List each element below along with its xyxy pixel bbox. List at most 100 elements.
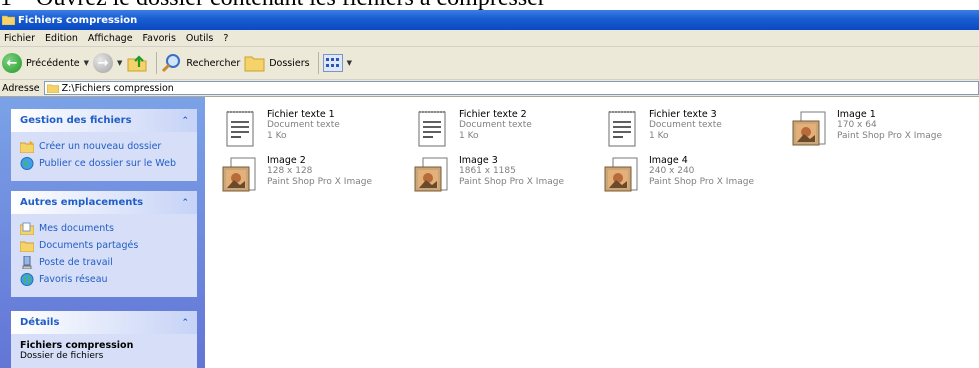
place-my-documents[interactable]: Mes documents (20, 220, 189, 237)
collapse-chevron-icon[interactable]: ⌃ (181, 318, 189, 328)
computer-icon (22, 256, 32, 269)
place-network[interactable]: Favoris réseau (20, 271, 189, 288)
place-shared-documents[interactable]: Documents partagés (20, 237, 189, 254)
file-name: Image 2 (267, 155, 306, 166)
details-panel: Détails ⌃ Fichiers compression Dossier d… (11, 311, 197, 368)
file-name: Fichier texte 1 (267, 109, 335, 120)
chevron-down-icon[interactable]: ▼ (84, 59, 89, 67)
file-type: Document texte (649, 120, 722, 130)
place-label: Poste de travail (39, 257, 113, 268)
file-item[interactable]: Image 2 128 x 128 Paint Shop Pro X Image (219, 155, 404, 197)
file-type: Paint Shop Pro X Image (649, 177, 754, 187)
file-item[interactable]: Fichier texte 2 Document texte 1 Ko (411, 109, 596, 151)
file-item[interactable]: Image 3 1861 x 1185 Paint Shop Pro X Ima… (411, 155, 596, 197)
back-arrow-icon: ← (2, 53, 22, 73)
forward-button[interactable]: → ▼ (93, 50, 122, 76)
place-label: Mes documents (39, 223, 114, 234)
new-folder-icon (20, 140, 34, 153)
folder-icon (46, 84, 59, 93)
menu-edition[interactable]: Edition (45, 33, 78, 44)
menu-help[interactable]: ? (223, 33, 228, 44)
file-type: Paint Shop Pro X Image (267, 177, 372, 187)
search-label: Rechercher (186, 57, 241, 69)
panel-title: Détails (20, 317, 60, 328)
file-name: Fichier texte 2 (459, 109, 527, 120)
file-name: Image 4 (649, 155, 688, 166)
up-folder-icon (127, 55, 147, 72)
window-title: Fichiers compression (18, 14, 138, 26)
chevron-down-icon[interactable]: ▼ (117, 59, 122, 67)
folders-button[interactable]: Dossiers (244, 50, 310, 76)
file-item[interactable]: Image 4 240 x 240 Paint Shop Pro X Image (601, 155, 786, 197)
file-size: 1 Ko (649, 131, 669, 141)
search-icon (162, 54, 181, 73)
image-file-icon (792, 111, 826, 146)
up-folder-button[interactable] (126, 50, 148, 76)
window-titlebar[interactable]: Fichiers compression (0, 10, 979, 30)
back-label: Précédente (26, 57, 80, 69)
my-documents-icon (20, 222, 34, 235)
file-tasks-panel: Gestion des fichiers ⌃ Créer un nouveau … (11, 109, 197, 181)
back-button[interactable]: ← Précédente ▼ (2, 50, 89, 76)
shared-folder-icon (20, 241, 34, 252)
file-type: Paint Shop Pro X Image (459, 177, 564, 187)
task-label: Créer un nouveau dossier (39, 141, 162, 152)
folders-icon (244, 56, 265, 72)
folder-icon (2, 15, 15, 25)
menu-bar: Fichier Edition Affichage Favoris Outils… (0, 30, 979, 47)
collapse-chevron-icon[interactable]: ⌃ (181, 116, 189, 126)
file-type: Document texte (267, 120, 340, 130)
globe-icon (20, 157, 34, 170)
file-name: Fichier texte 3 (649, 109, 717, 120)
file-name: Image 3 (459, 155, 498, 166)
file-name: Image 1 (837, 109, 876, 120)
panel-title: Autres emplacements (20, 197, 144, 208)
chevron-down-icon[interactable]: ▼ (347, 59, 352, 67)
address-label: Adresse (2, 82, 40, 94)
network-globe-icon (20, 273, 34, 286)
search-button[interactable]: Rechercher (161, 50, 240, 76)
text-file-icon (226, 111, 254, 147)
task-publish-web[interactable]: Publier ce dossier sur le Web (20, 155, 189, 172)
toolbar: ← Précédente ▼ → ▼ Rechercher Dossiers ▼ (0, 47, 979, 80)
menu-fichier[interactable]: Fichier (4, 33, 35, 44)
details-type: Dossier de fichiers (20, 351, 104, 361)
text-file-icon (418, 111, 446, 147)
menu-outils[interactable]: Outils (186, 33, 213, 44)
place-my-computer[interactable]: Poste de travail (20, 254, 189, 271)
address-input[interactable]: Z:\Fichiers compression (43, 81, 979, 95)
menu-favoris[interactable]: Favoris (143, 33, 176, 44)
panel-title: Gestion des fichiers (20, 115, 132, 126)
place-label: Favoris réseau (39, 274, 108, 285)
views-icon (322, 54, 343, 72)
folders-label: Dossiers (269, 57, 310, 69)
task-new-folder[interactable]: Créer un nouveau dossier (20, 138, 189, 155)
file-size: 1 Ko (459, 131, 479, 141)
file-item[interactable]: Image 1 170 x 64 Paint Shop Pro X Image (789, 109, 974, 151)
address-value: Z:\Fichiers compression (61, 82, 174, 94)
address-bar: Adresse Z:\Fichiers compression (0, 80, 979, 97)
toolbar-separator (156, 52, 158, 74)
file-dimensions: 128 x 128 (267, 166, 313, 176)
other-places-panel: Autres emplacements ⌃ Mes documents Docu… (11, 191, 197, 297)
text-file-icon (608, 111, 636, 147)
document-caption: 1 – Ouvrez le dossier contenant les fich… (0, 0, 979, 10)
file-item[interactable]: Fichier texte 1 Document texte 1 Ko (219, 109, 404, 151)
file-size: 1 Ko (267, 131, 287, 141)
file-dimensions: 240 x 240 (649, 166, 695, 176)
file-item[interactable]: Fichier texte 3 Document texte 1 Ko (601, 109, 786, 151)
image-file-icon (222, 157, 256, 192)
file-tasks-header[interactable]: Gestion des fichiers ⌃ (11, 109, 197, 132)
file-type: Document texte (459, 120, 532, 130)
task-pane: Gestion des fichiers ⌃ Créer un nouveau … (0, 97, 205, 368)
menu-affichage[interactable]: Affichage (88, 33, 133, 44)
file-list: Fichier texte 1 Document texte 1 Ko Fich… (205, 97, 979, 368)
task-label: Publier ce dossier sur le Web (39, 158, 177, 169)
views-button[interactable]: ▼ (322, 50, 352, 76)
file-dimensions: 1861 x 1185 (459, 166, 516, 176)
collapse-chevron-icon[interactable]: ⌃ (181, 198, 189, 208)
toolbar-separator (317, 52, 319, 74)
other-places-header[interactable]: Autres emplacements ⌃ (11, 191, 197, 214)
details-header[interactable]: Détails ⌃ (11, 311, 197, 334)
image-file-icon (604, 157, 638, 192)
